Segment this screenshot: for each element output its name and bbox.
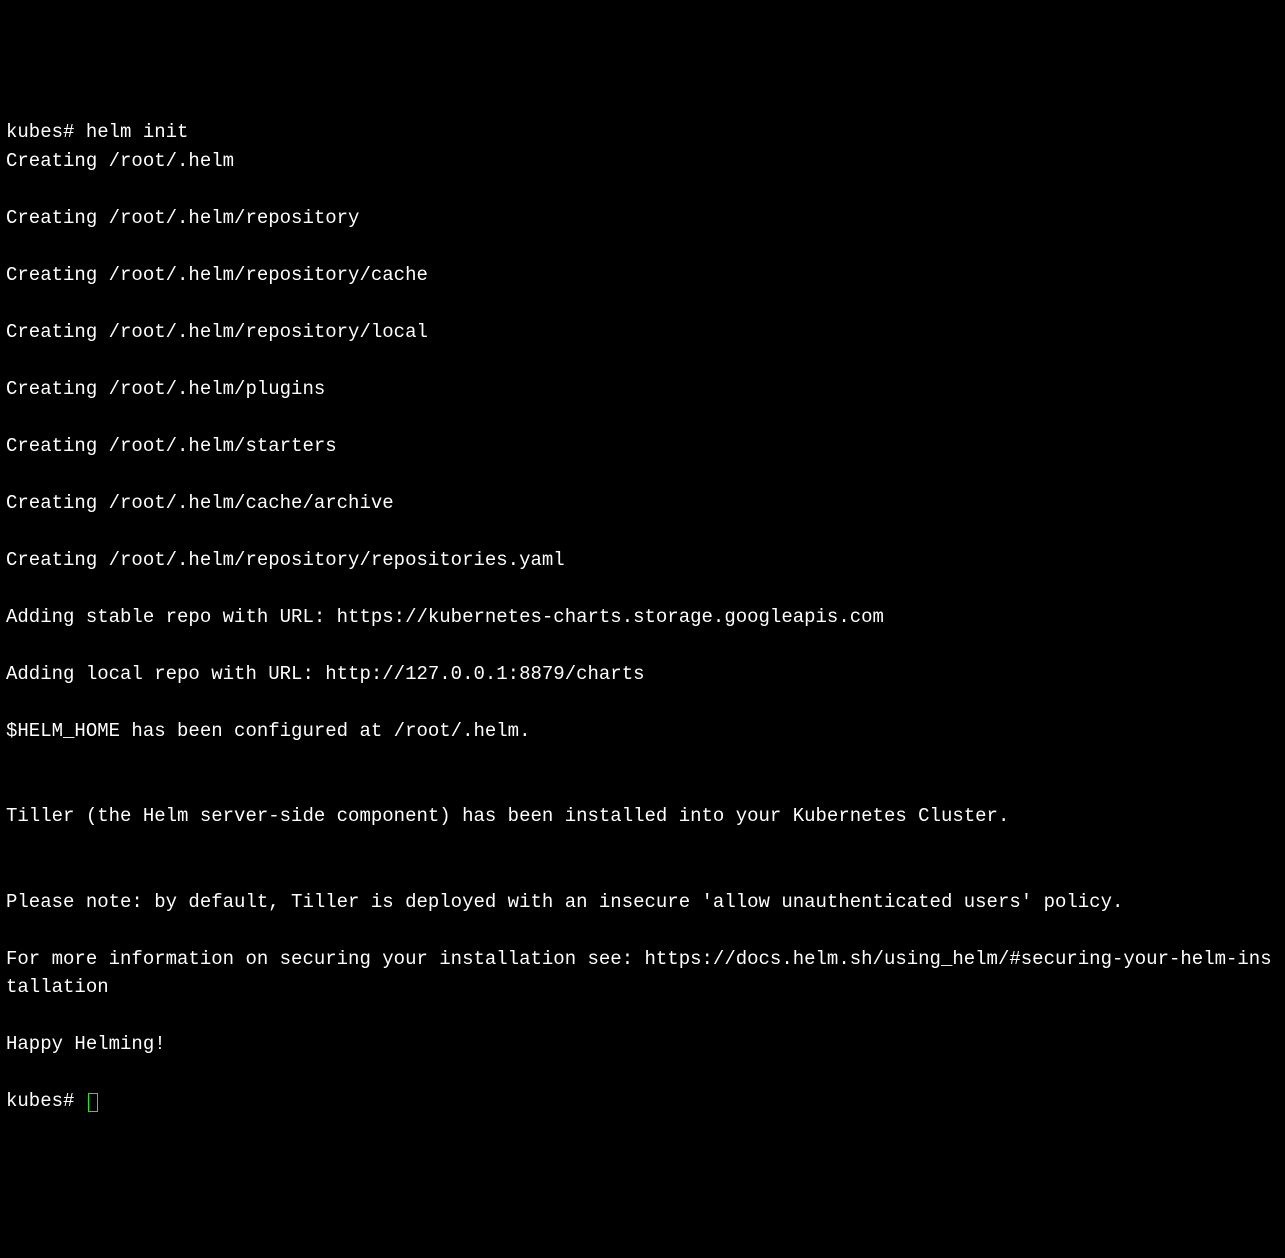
output-line: Adding stable repo with URL: https://kub… xyxy=(6,603,1279,632)
command-input: helm init xyxy=(86,121,189,143)
output-line: Creating /root/.helm/repository xyxy=(6,204,1279,233)
output-line: Creating /root/.helm/cache/archive xyxy=(6,489,1279,518)
output-line: Adding local repo with URL: http://127.0… xyxy=(6,660,1279,689)
output-line: Creating /root/.helm xyxy=(6,147,1279,176)
shell-prompt: kubes# xyxy=(6,1090,86,1112)
output-line: Creating /root/.helm/repository/local xyxy=(6,318,1279,347)
output-line: Happy Helming! xyxy=(6,1030,1279,1059)
output-line: Creating /root/.helm/plugins xyxy=(6,375,1279,404)
output-line: $HELM_HOME has been configured at /root/… xyxy=(6,717,1279,746)
output-line: For more information on securing your in… xyxy=(6,945,1279,1002)
output-line: Tiller (the Helm server-side component) … xyxy=(6,802,1279,831)
output-line: Please note: by default, Tiller is deplo… xyxy=(6,888,1279,917)
output-line: Creating /root/.helm/repository/reposito… xyxy=(6,546,1279,575)
terminal-cursor[interactable] xyxy=(88,1093,98,1112)
terminal-window[interactable]: kubes# helm init Creating /root/.helm Cr… xyxy=(6,118,1279,1116)
shell-prompt: kubes# xyxy=(6,121,86,143)
output-line: Creating /root/.helm/repository/cache xyxy=(6,261,1279,290)
output-line: Creating /root/.helm/starters xyxy=(6,432,1279,461)
